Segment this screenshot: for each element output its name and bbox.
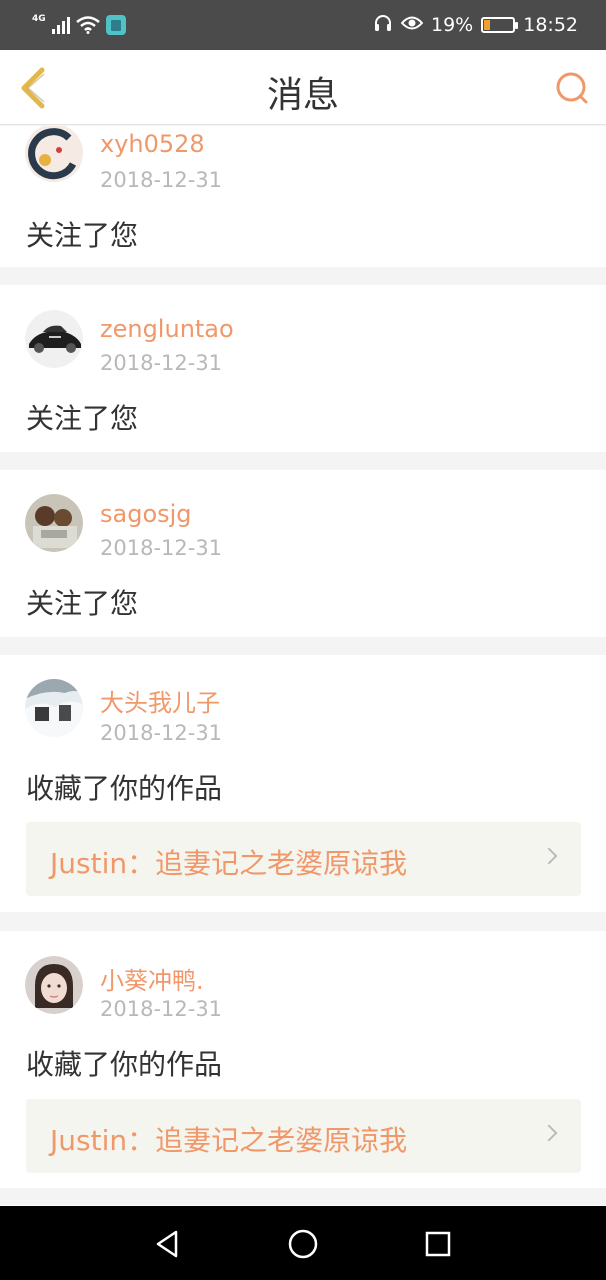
avatar[interactable] xyxy=(25,679,83,737)
message-item[interactable]: xyh0528 2018-12-31 关注了您 xyxy=(0,126,606,267)
message-item[interactable]: 大头我儿子 2018-12-31 收藏了你的作品 Justin：追妻记之老婆原谅… xyxy=(0,655,606,912)
message-action: 关注了您 xyxy=(26,587,139,620)
headphones-icon xyxy=(373,13,393,38)
chevron-right-icon xyxy=(540,1124,558,1142)
nav-recents-button[interactable] xyxy=(422,1228,454,1260)
battery-percent: 19% xyxy=(431,14,474,36)
network-type: 4G xyxy=(32,14,46,24)
message-date: 2018-12-31 xyxy=(100,721,223,745)
avatar[interactable] xyxy=(25,126,83,182)
message-list[interactable]: xyh0528 2018-12-31 关注了您 zengluntao 2018-… xyxy=(0,126,606,1206)
avatar[interactable] xyxy=(25,494,83,552)
message-action: 收藏了你的作品 xyxy=(26,772,223,805)
app-notification-icon xyxy=(105,15,126,35)
message-item[interactable]: sagosjg 2018-12-31 关注了您 xyxy=(0,470,606,637)
work-title: Justin：追妻记之老婆原谅我 xyxy=(50,847,408,880)
username[interactable]: zengluntao xyxy=(100,315,234,343)
message-date: 2018-12-31 xyxy=(100,168,223,192)
wifi-icon xyxy=(75,16,100,34)
eye-icon xyxy=(400,14,424,36)
message-date: 2018-12-31 xyxy=(100,997,223,1021)
username[interactable]: sagosjg xyxy=(100,500,192,528)
work-link[interactable]: Justin：追妻记之老婆原谅我 xyxy=(26,1099,581,1173)
message-action: 关注了您 xyxy=(26,402,139,435)
status-right: 19% 18:52 xyxy=(373,12,578,38)
nav-back-button[interactable] xyxy=(152,1228,184,1260)
status-bar: 4G 19% 18:52 xyxy=(0,0,606,50)
message-action: 关注了您 xyxy=(26,219,139,252)
clock: 18:52 xyxy=(523,14,578,36)
avatar[interactable] xyxy=(25,956,83,1014)
navigation-bar xyxy=(0,1206,606,1280)
username[interactable]: xyh0528 xyxy=(100,130,205,158)
app-header: 消息 xyxy=(0,50,606,125)
status-left: 4G xyxy=(32,12,126,38)
home-circle-icon xyxy=(288,1229,318,1259)
work-title: Justin：追妻记之老婆原谅我 xyxy=(50,1124,408,1157)
recents-square-icon xyxy=(425,1231,451,1257)
nav-home-button[interactable] xyxy=(287,1228,319,1260)
username[interactable]: 小葵冲鸭. xyxy=(100,961,204,996)
message-action: 收藏了你的作品 xyxy=(26,1048,223,1081)
page-title: 消息 xyxy=(266,75,339,116)
avatar[interactable] xyxy=(25,310,83,368)
username[interactable]: 大头我儿子 xyxy=(100,683,220,718)
message-item[interactable]: 小葵冲鸭. 2018-12-31 收藏了你的作品 Justin：追妻记之老婆原谅… xyxy=(0,931,606,1188)
message-item[interactable]: zengluntao 2018-12-31 关注了您 xyxy=(0,285,606,452)
work-link[interactable]: Justin：追妻记之老婆原谅我 xyxy=(26,822,581,896)
battery-icon xyxy=(481,17,519,33)
back-triangle-icon xyxy=(156,1230,178,1258)
message-date: 2018-12-31 xyxy=(100,536,223,560)
chevron-right-icon xyxy=(540,847,558,865)
battery-fill xyxy=(484,20,490,30)
signal-icon xyxy=(51,16,70,34)
search-button[interactable] xyxy=(554,70,590,106)
message-date: 2018-12-31 xyxy=(100,351,223,375)
search-icon xyxy=(556,72,588,104)
